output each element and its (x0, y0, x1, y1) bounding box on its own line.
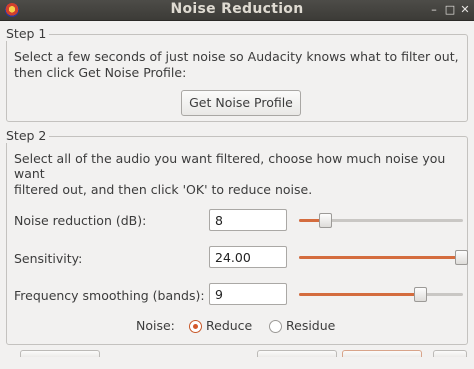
close-icon[interactable]: ✕ (457, 2, 473, 18)
sensitivity-field[interactable]: 24.00 (209, 246, 287, 268)
noise-reduction-label: Noise reduction (dB): (14, 213, 147, 228)
maximize-icon[interactable]: □ (442, 2, 458, 18)
step1-group: Step 1 Select a few seconds of just nois… (5, 26, 468, 122)
cancel-button[interactable] (257, 350, 337, 357)
step2-description-line3: filtered out, and then click 'OK' to red… (14, 182, 313, 197)
noise-reduction-slider-thumb[interactable] (319, 213, 333, 228)
step1-description-line1: Select a few seconds of just noise so Au… (14, 49, 459, 64)
sensitivity-slider-fill (299, 256, 461, 259)
help-button[interactable] (433, 350, 467, 357)
step2-legend: Step 2 (5, 128, 50, 143)
step1-description-line2: then click Get Noise Profile: (14, 65, 187, 80)
residue-radio[interactable] (269, 320, 282, 333)
frequency-smoothing-slider-thumb[interactable] (414, 287, 428, 302)
residue-radio-label[interactable]: Residue (286, 318, 335, 333)
window-title: Noise Reduction (170, 1, 304, 17)
frequency-smoothing-field[interactable]: 9 (209, 283, 287, 305)
step2-description-line2: want (14, 166, 45, 181)
sensitivity-label: Sensitivity: (14, 251, 83, 266)
ok-button[interactable] (342, 350, 422, 357)
step1-legend: Step 1 (5, 26, 50, 41)
noise-reduction-field[interactable]: 8 (209, 209, 287, 231)
frequency-smoothing-label: Frequency smoothing (bands): (14, 288, 205, 303)
step2-group: Step 2 Select all of the audio you want … (5, 128, 468, 345)
frequency-smoothing-slider[interactable] (299, 287, 463, 302)
preview-button[interactable] (20, 350, 100, 357)
sensitivity-slider-thumb[interactable] (454, 250, 468, 265)
frequency-smoothing-slider-fill (299, 293, 421, 296)
noise-mode-label: Noise: (136, 318, 175, 333)
reduce-radio[interactable] (189, 320, 202, 333)
noise-reduction-slider[interactable] (299, 213, 463, 228)
minimize-icon[interactable]: – (426, 2, 442, 18)
sensitivity-slider[interactable] (299, 250, 468, 265)
title-bar: Noise Reduction – □ ✕ (0, 0, 474, 21)
step2-description-line1: Select all of the audio you want filtere… (14, 151, 446, 166)
get-noise-profile-button[interactable]: Get Noise Profile (181, 90, 301, 116)
reduce-radio-label[interactable]: Reduce (206, 318, 252, 333)
